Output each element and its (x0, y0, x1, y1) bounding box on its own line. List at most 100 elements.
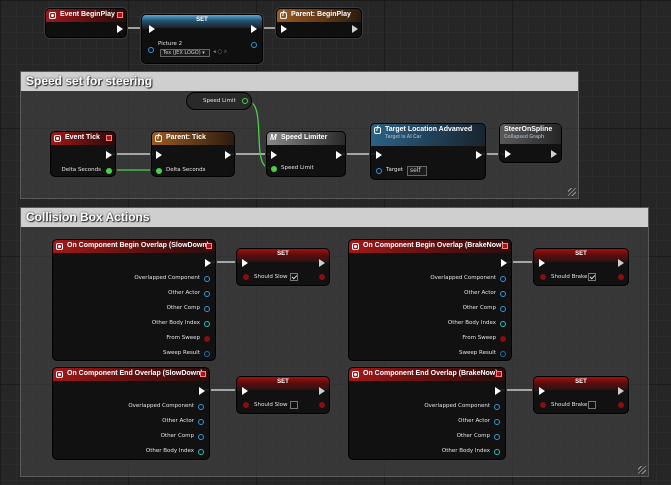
exec-in-pin[interactable] (156, 151, 162, 159)
node-begin-overlap-slowdown[interactable]: On Component Begin Overlap (SlowDown) Ov… (52, 239, 216, 361)
object-out-pin[interactable] (500, 291, 506, 297)
bool-out-pin[interactable] (319, 402, 325, 408)
delegate-pin-icon[interactable] (117, 12, 123, 18)
object-out-pin[interactable] (500, 276, 506, 282)
node-header: M Speed Limiter (267, 132, 345, 145)
exec-in-pin[interactable] (271, 151, 277, 159)
bool-out-pin[interactable] (500, 336, 506, 342)
int-out-pin[interactable] (204, 321, 210, 327)
float-in-pin[interactable] (271, 166, 277, 172)
delegate-pin-icon[interactable] (200, 371, 206, 377)
pin-label-delta-seconds: Delta Seconds (61, 167, 101, 173)
exec-out-pin[interactable] (251, 25, 257, 33)
bool-out-pin[interactable] (618, 402, 624, 408)
node-speed-limiter[interactable]: M Speed Limiter Speed Limit (266, 131, 346, 177)
object-out-pin[interactable] (204, 306, 210, 312)
node-title: On Component Begin Overlap (BrakeNow) (363, 242, 504, 249)
node-set-picture[interactable]: SET Picture 2 Tex (JEX LOGO) ▾ ◂ ○ ⌕ (141, 14, 263, 64)
object-out-pin[interactable] (204, 276, 210, 282)
bool-in-pin[interactable] (540, 274, 546, 280)
node-end-overlap-slowdown[interactable]: On Component End Overlap (SlowDown) Over… (52, 367, 210, 460)
object-out-pin[interactable] (251, 42, 257, 48)
float-out-pin[interactable] (242, 98, 248, 104)
node-set-should-brake[interactable]: SET Should Brake (533, 248, 629, 286)
target-self-field[interactable]: self (407, 166, 427, 176)
node-parent-begin-play[interactable]: Parent: BeginPlay (276, 8, 362, 38)
exec-out-pin[interactable] (495, 387, 501, 395)
node-parent-tick[interactable]: Parent: Tick Delta Seconds (151, 131, 235, 177)
exec-in-pin[interactable] (242, 387, 248, 395)
exec-out-pin[interactable] (106, 151, 112, 159)
exec-out-pin[interactable] (476, 151, 482, 159)
bool-out-pin[interactable] (204, 336, 210, 342)
object-out-pin[interactable] (198, 434, 204, 440)
exec-in-pin[interactable] (539, 387, 545, 395)
object-out-pin[interactable] (494, 404, 500, 410)
node-event-begin-play[interactable]: Event BeginPlay (45, 8, 127, 38)
node-target-location-advanced[interactable]: Target Location Advanved Target is AI Ca… (370, 123, 486, 180)
node-get-speed-limit[interactable]: Speed Limit (186, 92, 252, 110)
delegate-pin-icon[interactable] (496, 371, 502, 377)
struct-out-pin[interactable] (204, 351, 210, 357)
node-set-should-slow[interactable]: SET Should Slow (236, 248, 330, 286)
exec-out-pin[interactable] (319, 259, 325, 267)
struct-out-pin[interactable] (500, 351, 506, 357)
float-out-pin[interactable] (106, 168, 112, 174)
browse-icons[interactable]: ◂ ○ ⌕ (213, 49, 227, 56)
bool-in-pin[interactable] (540, 402, 546, 408)
exec-out-pin[interactable] (336, 151, 342, 159)
bool-out-pin[interactable] (319, 274, 325, 280)
exec-out-pin[interactable] (225, 151, 231, 159)
object-out-pin[interactable] (494, 419, 500, 425)
exec-out-pin[interactable] (199, 387, 205, 395)
resize-grip-icon[interactable] (568, 188, 576, 196)
should-brake-checkbox[interactable] (588, 273, 596, 281)
exec-in-pin[interactable] (281, 25, 287, 33)
object-out-pin[interactable] (500, 306, 506, 312)
bool-in-pin[interactable] (243, 402, 249, 408)
exec-out-pin[interactable] (618, 387, 624, 395)
int-out-pin[interactable] (494, 449, 500, 455)
bool-in-pin[interactable] (243, 274, 249, 280)
exec-out-pin[interactable] (501, 259, 507, 267)
delegate-pin-icon[interactable] (206, 243, 212, 249)
should-brake-checkbox[interactable] (588, 401, 596, 409)
node-set-should-slow[interactable]: SET Should Slow (236, 376, 330, 414)
macro-icon: M (270, 133, 277, 142)
texture-field[interactable]: Tex (JEX LOGO) ▾ (160, 49, 210, 57)
object-out-pin[interactable] (198, 419, 204, 425)
pin-label: Other Body Index (145, 448, 194, 454)
node-begin-overlap-brakenow[interactable]: On Component Begin Overlap (BrakeNow) Ov… (348, 239, 512, 361)
exec-out-pin[interactable] (551, 150, 557, 158)
exec-out-pin[interactable] (117, 25, 123, 33)
exec-in-pin[interactable] (505, 150, 511, 158)
exec-in-pin[interactable] (149, 25, 155, 33)
object-in-pin[interactable] (148, 47, 154, 53)
int-out-pin[interactable] (198, 449, 204, 455)
node-set-should-brake[interactable]: SET Should Brake (533, 376, 629, 414)
exec-in-pin[interactable] (539, 259, 545, 267)
exec-out-pin[interactable] (205, 259, 211, 267)
delegate-pin-icon[interactable] (502, 243, 508, 249)
exec-in-pin[interactable] (376, 151, 382, 159)
should-slow-checkbox[interactable] (290, 273, 298, 281)
exec-out-pin[interactable] (618, 259, 624, 267)
exec-out-pin[interactable] (352, 25, 358, 33)
node-end-overlap-brakenow[interactable]: On Component End Overlap (BrakeNow) Over… (348, 367, 506, 460)
node-title: Parent: BeginPlay (291, 11, 351, 18)
object-in-pin[interactable] (376, 168, 382, 174)
bool-out-pin[interactable] (618, 274, 624, 280)
object-out-pin[interactable] (198, 404, 204, 410)
float-in-pin[interactable] (156, 168, 162, 174)
exec-out-pin[interactable] (319, 387, 325, 395)
object-out-pin[interactable] (494, 434, 500, 440)
int-out-pin[interactable] (500, 321, 506, 327)
exec-in-pin[interactable] (242, 259, 248, 267)
node-steer-on-spline[interactable]: SteerOnSpline Collapsed Graph (499, 123, 562, 163)
should-slow-checkbox[interactable] (290, 401, 298, 409)
delegate-pin-icon[interactable] (106, 135, 112, 141)
node-event-tick[interactable]: Event Tick Delta Seconds (50, 131, 116, 177)
object-out-pin[interactable] (204, 291, 210, 297)
pin-label: Overlapped Component (424, 403, 490, 409)
resize-grip-icon[interactable] (638, 466, 646, 474)
